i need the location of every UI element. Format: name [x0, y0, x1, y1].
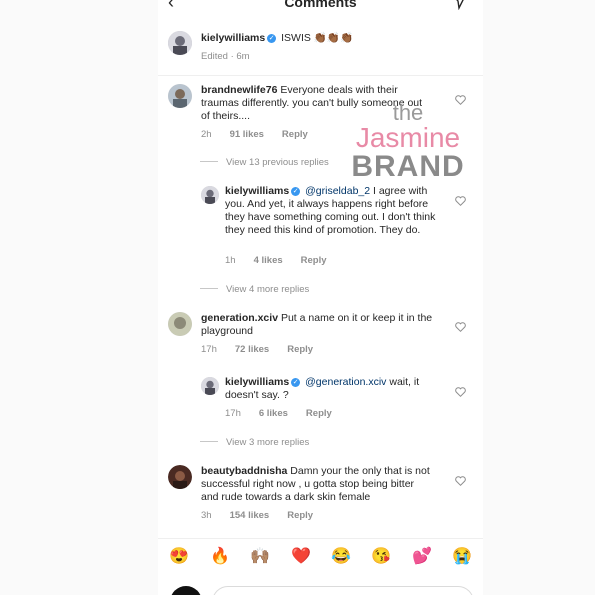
divider: [200, 288, 218, 289]
heart-icon[interactable]: [455, 322, 466, 332]
avatar[interactable]: [168, 312, 192, 336]
reply-button[interactable]: Reply: [282, 129, 308, 140]
comment-likes[interactable]: 72 likes: [235, 344, 269, 355]
watermark-line: BRAND: [351, 150, 465, 183]
view-more-label[interactable]: View 13 previous replies: [226, 157, 329, 168]
heart-icon[interactable]: [455, 387, 466, 397]
view-more-replies[interactable]: View 4 more replies: [200, 284, 309, 295]
watermark-line: Jasmine: [355, 122, 461, 153]
verified-badge-icon: ✓: [291, 378, 301, 387]
comment-likes[interactable]: 154 likes: [230, 510, 270, 521]
comment-meta: 17h 72 likes Reply: [201, 344, 331, 355]
reply-username[interactable]: kielywilliams: [225, 376, 289, 388]
page-title: Comments: [284, 0, 357, 10]
comment-meta: 3h 154 likes Reply: [201, 510, 331, 521]
user-avatar: [170, 586, 202, 595]
view-more-replies[interactable]: View 3 more replies: [200, 437, 309, 448]
comment-username[interactable]: brandnewlife76: [201, 84, 277, 96]
view-more-label[interactable]: View 4 more replies: [226, 284, 309, 295]
header: ‹ Comments: [158, 0, 483, 14]
emoji-red-heart[interactable]: ❤️: [290, 546, 312, 566]
comment-meta: 2h 91 likes Reply: [201, 129, 326, 140]
caption-username[interactable]: kielywilliams: [201, 32, 265, 44]
verified-badge-icon: ✓: [267, 34, 277, 43]
mention-link[interactable]: @generation.xciv: [305, 376, 386, 388]
comment-input[interactable]: [212, 586, 474, 595]
avatar[interactable]: [201, 186, 219, 204]
reply-button[interactable]: Reply: [287, 344, 313, 355]
watermark-logo: the Jasmine BRAND: [338, 102, 478, 182]
watermark-line: the: [392, 100, 424, 125]
reply-button[interactable]: Reply: [287, 510, 313, 521]
view-more-label[interactable]: View 3 more replies: [226, 437, 309, 448]
mention-link[interactable]: @griseldab_2: [305, 185, 370, 197]
comment-time: 3h: [201, 510, 212, 521]
heart-icon[interactable]: [455, 476, 466, 486]
emoji-two-hearts[interactable]: 💕: [411, 546, 433, 566]
reply-time: 1h: [225, 255, 236, 266]
caption-meta: Edited · 6m: [201, 51, 250, 62]
emoji-fire[interactable]: 🔥: [209, 546, 231, 566]
reply-likes[interactable]: 4 likes: [254, 255, 283, 266]
emoji-quick-bar: 😍 🔥 🙌🏽 ❤️ 😂 😘 💕 😭: [158, 546, 483, 576]
comment-time: 2h: [201, 129, 212, 140]
emoji-heart-eyes[interactable]: 😍: [168, 546, 190, 566]
emoji-crying[interactable]: 😭: [451, 546, 473, 566]
avatar[interactable]: [201, 377, 219, 395]
emoji-kiss[interactable]: 😘: [370, 546, 392, 566]
verified-badge-icon: ✓: [291, 187, 301, 196]
heart-icon[interactable]: [455, 196, 466, 206]
avatar[interactable]: [168, 465, 192, 489]
divider: [158, 75, 483, 76]
divider: [158, 538, 483, 539]
send-icon[interactable]: [450, 0, 468, 10]
reply-likes[interactable]: 6 likes: [259, 408, 288, 419]
emoji-tears-of-joy[interactable]: 😂: [330, 546, 352, 566]
view-more-replies[interactable]: View 13 previous replies: [200, 157, 329, 168]
comments-screen: ‹ Comments kielywilliams ✓ ISWIS 👏🏾👏🏾👏🏾 E…: [158, 0, 483, 595]
comment-username[interactable]: generation.xciv: [201, 312, 278, 324]
divider: [200, 161, 218, 162]
reply-meta: 1h 4 likes Reply: [225, 255, 345, 266]
avatar[interactable]: [168, 31, 192, 55]
avatar[interactable]: [168, 84, 192, 108]
caption-text: ISWIS 👏🏾👏🏾👏🏾: [281, 32, 354, 44]
reply-time: 17h: [225, 408, 241, 419]
reply-meta: 17h 6 likes Reply: [225, 408, 350, 419]
left-background: [0, 0, 158, 595]
comment-username[interactable]: beautybaddnisha: [201, 465, 287, 477]
comment-likes[interactable]: 91 likes: [230, 129, 264, 140]
comment-time: 17h: [201, 344, 217, 355]
reply-button[interactable]: Reply: [301, 255, 327, 266]
reply-button[interactable]: Reply: [306, 408, 332, 419]
divider: [200, 441, 218, 442]
emoji-raised-hands[interactable]: 🙌🏽: [249, 546, 271, 566]
reply-username[interactable]: kielywilliams: [225, 185, 289, 197]
right-background: [483, 0, 595, 595]
